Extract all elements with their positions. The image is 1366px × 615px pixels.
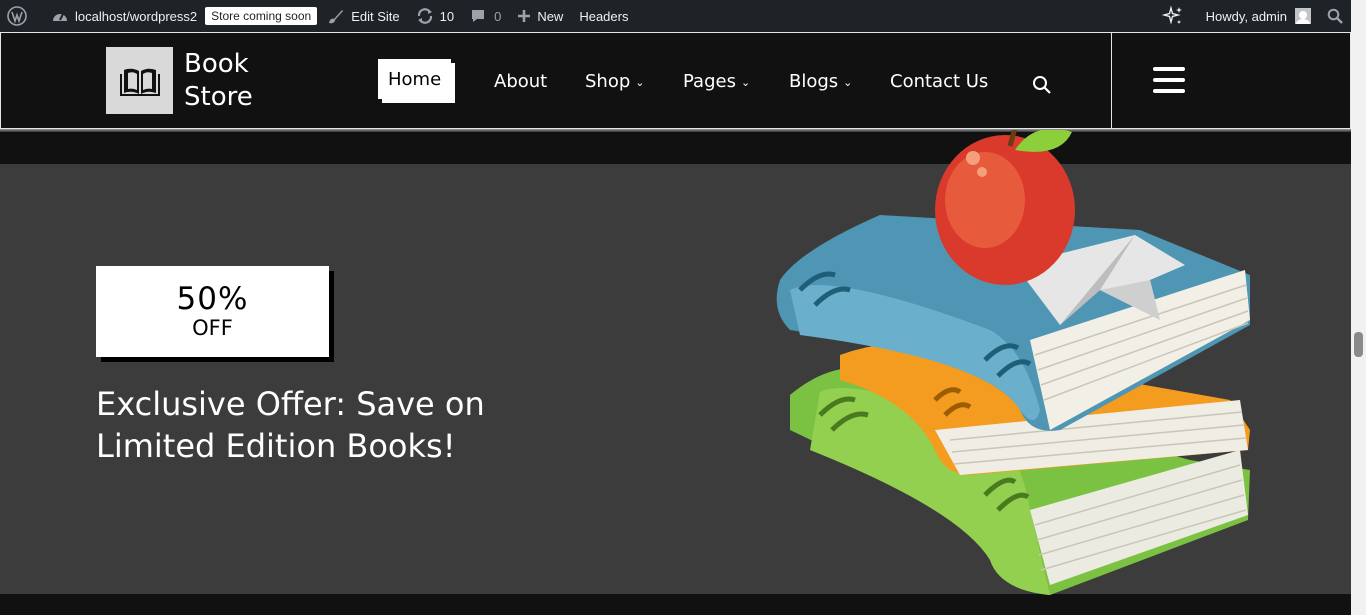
nav-shop-label: Shop [585, 70, 631, 92]
nav-about-label: About [494, 70, 548, 92]
site-title[interactable]: Book Store [184, 48, 253, 114]
comments-count: 0 [494, 8, 502, 24]
wordpress-logo-icon [7, 6, 27, 26]
hamburger-menu-button[interactable] [1153, 67, 1185, 100]
site-title-line2: Store [184, 82, 253, 112]
site-url-label: localhost/wordpress2 [75, 8, 198, 24]
nav-item-shop[interactable]: Shop ⌄ [585, 59, 645, 103]
page-scrollbar[interactable] [1351, 0, 1366, 615]
discount-percent: 50% [176, 281, 249, 317]
plus-icon [518, 10, 531, 22]
book-stack-illustration [776, 130, 1250, 595]
nav-home-label: Home [388, 68, 442, 90]
edit-site-link[interactable]: Edit Site [319, 0, 407, 32]
headers-label: Headers [579, 8, 629, 24]
search-icon [1033, 76, 1051, 94]
chevron-down-icon: ⌄ [843, 76, 853, 89]
nav-blogs-label: Blogs [789, 70, 839, 92]
updates-link[interactable]: 10 [408, 0, 462, 32]
refresh-icon [417, 8, 432, 24]
wp-logo-button[interactable] [0, 0, 35, 32]
open-book-icon [119, 68, 160, 96]
site-title-line1: Book [184, 49, 249, 79]
header-search-button[interactable] [1032, 75, 1052, 99]
nav-item-blogs[interactable]: Blogs ⌄ [789, 59, 852, 103]
sparkle-icon [1161, 5, 1182, 25]
edit-site-label: Edit Site [351, 8, 400, 24]
nav-contact-label: Contact Us [890, 70, 989, 92]
comment-icon [472, 10, 485, 22]
nav-item-pages[interactable]: Pages ⌄ [683, 59, 750, 103]
nav-item-contact[interactable]: Contact Us [890, 59, 988, 103]
comments-link[interactable]: 0 [462, 0, 509, 32]
new-label: New [537, 8, 564, 24]
site-name-link[interactable]: localhost/wordpress2 [35, 0, 205, 32]
hamburger-icon-bar [1153, 78, 1185, 82]
headers-link[interactable]: Headers [571, 0, 636, 32]
store-status[interactable]: Store coming soon [205, 0, 319, 32]
updates-count: 10 [439, 8, 455, 24]
avatar [1295, 8, 1311, 24]
site-logo[interactable] [106, 47, 173, 114]
my-account-link[interactable]: Howdy, admin [1198, 0, 1319, 32]
admin-search-button[interactable] [1319, 0, 1351, 32]
chevron-down-icon: ⌄ [740, 76, 751, 89]
howdy-label: Howdy, admin [1205, 8, 1287, 24]
ai-assistant-button[interactable] [1154, 0, 1198, 32]
scrollbar-thumb[interactable] [1354, 332, 1363, 357]
brush-icon [329, 10, 344, 24]
chevron-down-icon: ⌄ [635, 76, 645, 89]
nav-item-about[interactable]: About [494, 59, 547, 103]
store-coming-soon-badge: Store coming soon [205, 7, 318, 25]
dashboard-icon [53, 13, 67, 21]
hamburger-icon [1153, 67, 1185, 71]
menu-toggle-box [1111, 32, 1351, 129]
hero-title: Exclusive Offer: Save on Limited Edition… [96, 385, 485, 465]
discount-badge: 50% OFF [96, 266, 329, 357]
nav-item-home[interactable]: Home [378, 59, 452, 99]
admin-bar: localhost/wordpress2 Store coming soon E… [0, 0, 1351, 32]
new-content-link[interactable]: New [509, 0, 571, 32]
nav-pages-label: Pages [683, 70, 736, 92]
hamburger-icon-bar [1153, 89, 1185, 93]
search-icon [1327, 8, 1343, 24]
discount-off: OFF [192, 316, 233, 340]
